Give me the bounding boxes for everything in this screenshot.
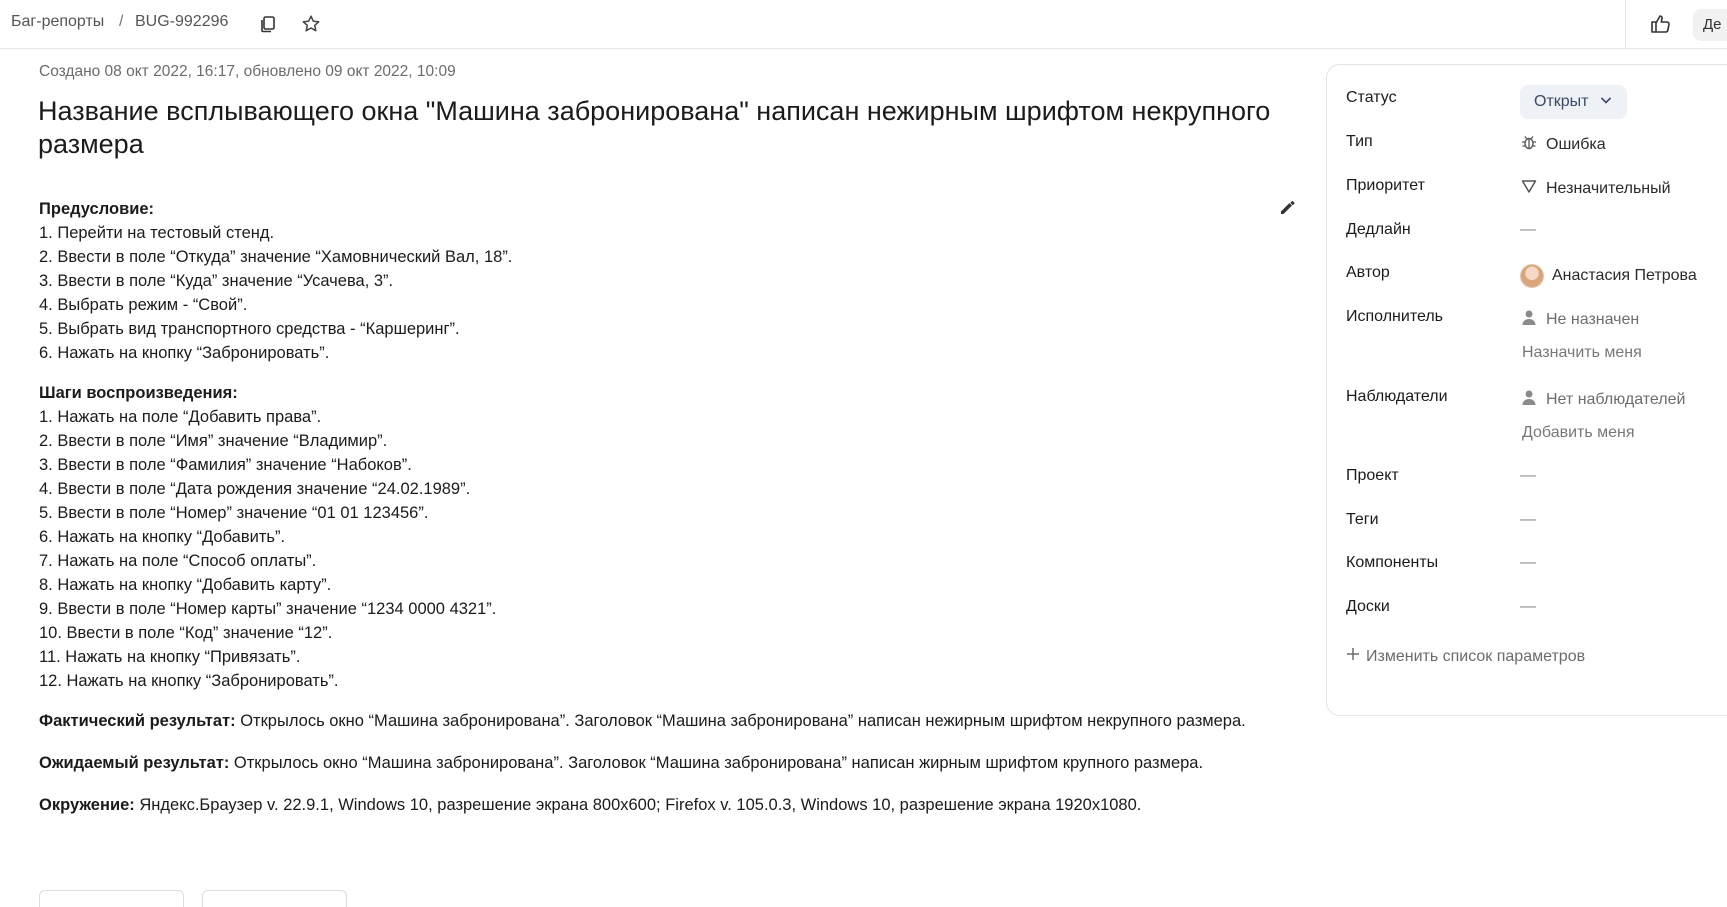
list-item: 8. Нажать на кнопку “Добавить карту”. [39, 576, 332, 594]
actual-result: Фактический результат: Открылось окно “М… [39, 709, 1269, 733]
user-icon [1520, 308, 1538, 331]
param-label: Проект [1346, 467, 1399, 484]
avatar [1520, 264, 1544, 288]
issue-page: Баг-репорты / BUG-992296 Де Создано 08 о… [0, 0, 1727, 907]
expected-result-label: Ожидаемый результат: [39, 754, 230, 772]
assign-me-link[interactable]: Назначить меня [1522, 344, 1642, 362]
add-me-link[interactable]: Добавить меня [1522, 424, 1635, 442]
precondition-heading: Предусловие: [39, 200, 155, 218]
status-value: Открыт [1534, 93, 1589, 110]
param-label: Теги [1346, 511, 1379, 528]
expected-result-text: Открылось окно “Машина забронирована”. З… [229, 754, 1204, 772]
list-item: 1. Нажать на поле “Добавить права”. [39, 408, 322, 426]
list-item: 7. Нажать на поле “Способ оплаты”. [39, 552, 317, 570]
param-label: Автор [1346, 264, 1390, 281]
param-value[interactable]: Не назначен [1520, 308, 1639, 331]
edit-params-button[interactable]: Изменить список параметров [1346, 647, 1585, 666]
list-item: 3. Ввести в поле “Фамилия” значение “Наб… [39, 456, 412, 474]
actual-result-text: Открылось окно “Машина забронирована”. З… [235, 712, 1246, 730]
param-label: Компоненты [1346, 554, 1439, 571]
list-item: 4. Ввести в поле “Дата рождения значение… [39, 480, 471, 498]
param-value[interactable]: — [1520, 221, 1536, 239]
breadcrumb-issue-id[interactable]: BUG-992296 [135, 13, 228, 31]
list-item: 4. Выбрать режим - “Свой”. [39, 296, 248, 314]
actual-result-label: Фактический результат: [39, 712, 236, 730]
steps-heading: Шаги воспроизведения: [39, 384, 238, 402]
list-item: 2. Ввести в поле “Имя” значение “Владими… [39, 432, 388, 450]
triangle-down-icon [1520, 177, 1538, 200]
issue-meta: Создано 08 окт 2022, 16:17, обновлено 09… [39, 63, 456, 80]
list-item: 3. Ввести в поле “Куда” значение “Усачев… [39, 272, 394, 290]
param-value[interactable]: Нет наблюдателей [1520, 388, 1685, 411]
bug-icon [1520, 133, 1538, 156]
list-item: 12. Нажать на кнопку “Забронировать”. [39, 672, 339, 690]
list-item: 5. Выбрать вид транспортного средства - … [39, 320, 460, 338]
param-value[interactable]: — [1520, 598, 1536, 616]
copy-icon[interactable] [256, 12, 280, 36]
list-item: 5. Ввести в поле “Номер” значение “01 01… [39, 504, 429, 522]
list-item: 2. Ввести в поле “Откуда” значение “Хамо… [39, 248, 513, 266]
toolbar-action-button[interactable]: Де [1693, 9, 1727, 41]
environment: Окружение: Яндекс.Браузер v. 22.9.1, Win… [39, 793, 1269, 817]
param-label: Наблюдатели [1346, 388, 1448, 405]
list-item: 10. Ввести в поле “Код” значение “12”. [39, 624, 333, 642]
param-value[interactable]: — [1520, 467, 1536, 485]
param-value[interactable]: Анастасия Петрова [1520, 264, 1697, 288]
pencil-icon[interactable] [1278, 197, 1300, 219]
param-value[interactable]: — [1520, 554, 1536, 572]
user-icon [1520, 388, 1538, 411]
list-item: 9. Ввести в поле “Номер карты” значение … [39, 600, 497, 618]
list-item: 6. Нажать на кнопку “Добавить”. [39, 528, 286, 546]
issue-title[interactable]: Название всплывающего окна "Машина забро… [38, 95, 1278, 161]
param-label: Тип [1346, 133, 1373, 150]
list-item: 1. Перейти на тестовый стенд. [39, 224, 275, 242]
toolbar-divider [1625, 0, 1626, 48]
issue-description: Предусловие: 1. Перейти на тестовый стен… [39, 197, 1269, 835]
environment-label: Окружение: [39, 796, 135, 814]
param-label: Приоритет [1346, 177, 1425, 194]
param-value[interactable]: — [1520, 511, 1536, 529]
status-dropdown[interactable]: Открыт [1520, 85, 1627, 119]
breadcrumb-separator: / [119, 13, 124, 30]
steps-section: Шаги воспроизведения: 1. Нажать на поле … [39, 381, 1269, 693]
param-label: Статус [1346, 89, 1397, 106]
star-icon[interactable] [299, 12, 323, 36]
param-value[interactable]: Ошибка [1520, 133, 1606, 156]
breadcrumb-root[interactable]: Баг-репорты [11, 13, 104, 31]
chevron-down-icon [1599, 93, 1613, 112]
environment-text: Яндекс.Браузер v. 22.9.1, Windows 10, ра… [134, 796, 1142, 814]
param-label: Исполнитель [1346, 308, 1444, 325]
precondition-section: Предусловие: 1. Перейти на тестовый стен… [39, 197, 1269, 365]
list-item: 6. Нажать на кнопку “Забронировать”. [39, 344, 330, 362]
top-bar: Баг-репорты / BUG-992296 Де [0, 0, 1727, 49]
attachment-thumbnail[interactable] [39, 890, 184, 907]
list-item: 11. Нажать на кнопку “Привязать”. [39, 648, 301, 666]
expected-result: Ожидаемый результат: Открылось окно “Маш… [39, 751, 1269, 775]
param-value[interactable]: Незначительный [1520, 177, 1671, 200]
thumbs-up-icon[interactable] [1648, 12, 1672, 36]
param-label: Доски [1346, 598, 1390, 615]
attachment-thumbnail[interactable] [202, 890, 347, 907]
plus-icon [1346, 647, 1360, 666]
param-label: Дедлайн [1346, 221, 1411, 238]
issue-parameters-panel: Статус Открыт Тип Ошибка Приоритет Незна… [1326, 64, 1727, 716]
